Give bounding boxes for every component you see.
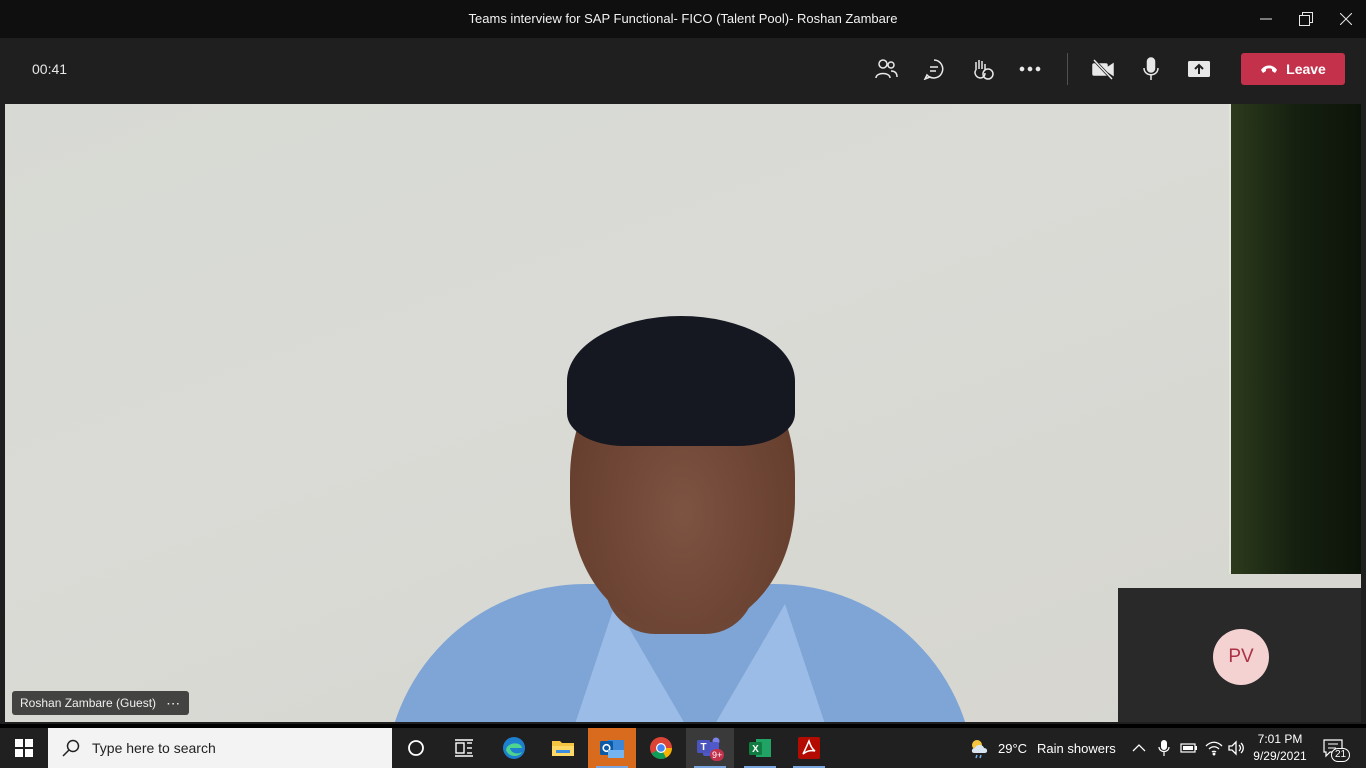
wifi-icon bbox=[1205, 741, 1223, 756]
cortana-button[interactable] bbox=[392, 728, 440, 768]
camera-toggle-button[interactable] bbox=[1085, 52, 1121, 86]
more-icon bbox=[1019, 66, 1041, 72]
meeting-timer: 00:41 bbox=[32, 61, 68, 77]
notification-count: 21 bbox=[1331, 748, 1351, 762]
edge-icon bbox=[503, 737, 525, 759]
tray-network[interactable] bbox=[1205, 728, 1223, 768]
background-curtain bbox=[1231, 104, 1361, 574]
chevron-up-icon bbox=[1132, 744, 1146, 752]
title-bar: Teams interview for SAP Functional- FICO… bbox=[0, 0, 1366, 38]
taskbar-excel[interactable]: X bbox=[736, 728, 784, 768]
show-hidden-icons-button[interactable] bbox=[1132, 728, 1146, 768]
action-center-button[interactable]: 21 bbox=[1322, 728, 1351, 768]
camera-off-icon bbox=[1092, 58, 1114, 80]
chat-button[interactable] bbox=[916, 52, 952, 86]
participant-name-chip: Roshan Zambare (Guest) ⋯ bbox=[12, 691, 190, 715]
windows-icon bbox=[15, 739, 33, 757]
participants-button[interactable] bbox=[868, 52, 904, 86]
minimize-icon bbox=[1260, 18, 1272, 20]
weather-description: Rain showers bbox=[1037, 740, 1116, 756]
taskbar-clock[interactable]: 7:01 PM 9/29/2021 bbox=[1252, 731, 1308, 765]
taskbar-chrome[interactable] bbox=[637, 728, 685, 768]
excel-icon: X bbox=[749, 739, 771, 757]
tray-battery[interactable] bbox=[1180, 728, 1198, 768]
participant-name: Roshan Zambare (Guest) bbox=[20, 696, 157, 710]
folder-icon bbox=[552, 741, 574, 756]
cortana-icon bbox=[408, 740, 424, 756]
participant-hair bbox=[567, 316, 795, 446]
window-title: Teams interview for SAP Functional- FICO… bbox=[468, 11, 898, 26]
reactions-button[interactable] bbox=[964, 52, 1000, 86]
close-icon bbox=[1340, 13, 1352, 25]
hang-up-icon bbox=[1261, 65, 1278, 73]
avatar: PV bbox=[1213, 629, 1269, 685]
share-screen-button[interactable] bbox=[1181, 52, 1217, 86]
weather-widget[interactable]: 29°C Rain showers bbox=[968, 728, 1116, 768]
microphone-icon bbox=[1143, 57, 1159, 80]
meeting-toolbar: 00:41 Leave bbox=[0, 38, 1366, 100]
taskbar-acrobat[interactable] bbox=[785, 728, 833, 768]
search-placeholder: Type here to search bbox=[92, 740, 216, 756]
self-view-tile[interactable]: PV bbox=[1118, 588, 1361, 722]
svg-text:X: X bbox=[752, 744, 759, 755]
restore-icon bbox=[1299, 12, 1313, 26]
clock-time: 7:01 PM bbox=[1257, 732, 1303, 746]
microphone-icon bbox=[1158, 740, 1170, 756]
windows-taskbar: Type here to search T 9+ X 29°C Rain sho… bbox=[0, 728, 1366, 768]
tray-microphone[interactable] bbox=[1158, 728, 1170, 768]
close-button[interactable] bbox=[1323, 0, 1366, 38]
leave-button[interactable]: Leave bbox=[1241, 53, 1345, 85]
task-view-button[interactable] bbox=[440, 728, 488, 768]
acrobat-icon bbox=[798, 737, 820, 759]
taskbar-edge[interactable] bbox=[490, 728, 538, 768]
leave-label: Leave bbox=[1286, 61, 1326, 77]
battery-icon bbox=[1180, 743, 1197, 753]
microphone-toggle-button[interactable] bbox=[1133, 52, 1169, 86]
rain-cloud-icon bbox=[971, 740, 988, 759]
search-icon bbox=[62, 739, 80, 757]
clock-date: 9/29/2021 bbox=[1253, 749, 1307, 763]
people-icon bbox=[875, 59, 898, 79]
task-view-icon bbox=[455, 739, 473, 757]
outlook-icon bbox=[600, 740, 624, 758]
taskbar-teams[interactable]: T 9+ bbox=[686, 728, 734, 768]
weather-temperature: 29°C bbox=[998, 740, 1028, 756]
tray-volume[interactable] bbox=[1228, 728, 1246, 768]
start-button[interactable] bbox=[0, 728, 48, 768]
taskbar-file-explorer[interactable] bbox=[539, 728, 587, 768]
chat-icon bbox=[923, 59, 944, 80]
toolbar-divider bbox=[1067, 53, 1068, 85]
taskbar-outlook[interactable] bbox=[588, 728, 636, 768]
raise-hand-icon bbox=[974, 60, 994, 80]
taskbar-search-box[interactable]: Type here to search bbox=[48, 728, 392, 768]
participant-more-options[interactable]: ⋯ bbox=[166, 695, 181, 712]
volume-icon bbox=[1228, 740, 1244, 756]
svg-text:T: T bbox=[700, 742, 706, 753]
share-icon bbox=[1188, 61, 1210, 77]
teams-notification-badge: 9+ bbox=[710, 749, 725, 761]
chrome-icon bbox=[650, 737, 672, 759]
more-actions-button[interactable] bbox=[1012, 52, 1048, 86]
